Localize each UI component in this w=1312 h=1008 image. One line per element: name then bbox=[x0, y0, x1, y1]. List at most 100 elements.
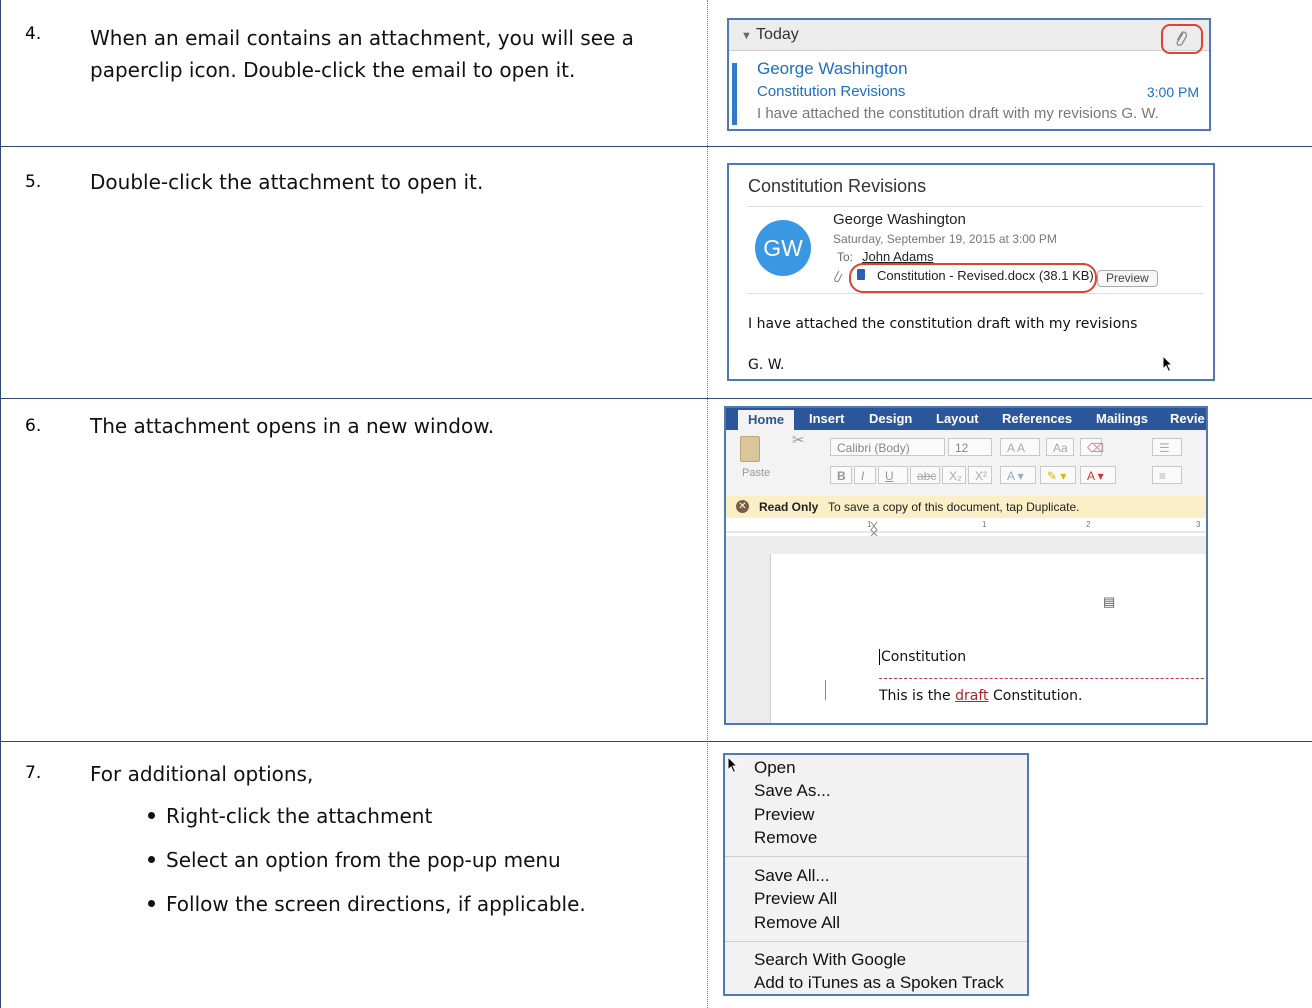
tab-layout[interactable]: Layout bbox=[936, 411, 979, 426]
step-text-line: paperclip icon. Double-click the email t… bbox=[90, 58, 576, 82]
attachment-highlight-circle bbox=[1161, 24, 1203, 54]
word-document-icon bbox=[857, 269, 865, 280]
paperclip-icon bbox=[1176, 31, 1187, 46]
ruler: 1 1 2 3 bbox=[726, 518, 1206, 537]
menu-item-open[interactable]: Open bbox=[754, 758, 796, 778]
bullet-dot bbox=[148, 812, 155, 819]
tab-insert[interactable]: Insert bbox=[809, 411, 844, 426]
row-divider bbox=[0, 146, 1312, 147]
svg-text:1: 1 bbox=[867, 520, 872, 529]
clear-formatting-icon[interactable]: ⌫ bbox=[1080, 438, 1104, 456]
mail-group-header[interactable]: ▼ Today bbox=[729, 20, 1209, 51]
bullets-icon[interactable]: ☰ bbox=[1152, 438, 1182, 456]
italic-button[interactable]: I bbox=[854, 466, 876, 484]
message-subject: Constitution Revisions bbox=[748, 176, 927, 196]
divider bbox=[747, 293, 1203, 294]
document-page[interactable]: ▤ Constitution This is the draft Constit… bbox=[770, 554, 1206, 723]
menu-item-preview-all[interactable]: Preview All bbox=[754, 889, 837, 909]
step-text-line: For additional options, bbox=[90, 762, 314, 786]
strikethrough-button[interactable]: abc bbox=[910, 466, 940, 484]
document-heading: Constitution bbox=[879, 649, 967, 665]
highlight-color-icon[interactable]: ✎ ▾ bbox=[1040, 466, 1076, 484]
bullet-item: Right-click the attachment bbox=[148, 804, 432, 828]
paste-options-icon[interactable]: ▤ bbox=[1103, 594, 1115, 610]
disclosure-triangle-icon: ▼ bbox=[741, 30, 752, 42]
underline-button[interactable]: U bbox=[878, 466, 908, 484]
menu-item-search-with-google[interactable]: Search With Google bbox=[754, 950, 906, 970]
step-number: 4. bbox=[25, 24, 42, 44]
read-only-label: Read Only bbox=[759, 500, 819, 514]
mouse-cursor-icon bbox=[727, 756, 739, 774]
text-effects-button[interactable]: A ▾ bbox=[1000, 466, 1036, 484]
bold-button[interactable]: B bbox=[830, 466, 852, 484]
svg-text:2: 2 bbox=[1086, 520, 1091, 529]
tab-references[interactable]: References bbox=[1002, 411, 1072, 426]
step-text: For additional options, bbox=[90, 758, 313, 790]
message-from: George Washington bbox=[833, 211, 966, 228]
doc-text: This is the bbox=[879, 688, 956, 704]
mail-preview: I have attached the constitution draft w… bbox=[757, 105, 1159, 122]
menu-item-preview[interactable]: Preview bbox=[754, 805, 814, 825]
bullet-text: Follow the screen directions, if applica… bbox=[166, 892, 586, 916]
tab-design[interactable]: Design bbox=[869, 411, 912, 426]
align-left-icon[interactable]: ≡ bbox=[1152, 466, 1182, 484]
change-bar bbox=[825, 680, 826, 700]
paperclip-icon bbox=[834, 270, 843, 283]
message-body: I have attached the constitution draft w… bbox=[748, 316, 1138, 332]
tab-mailings[interactable]: Mailings bbox=[1096, 411, 1148, 426]
menu-item-remove[interactable]: Remove bbox=[754, 828, 817, 848]
paste-icon[interactable] bbox=[740, 436, 760, 462]
subscript-button[interactable]: X₂ bbox=[942, 466, 966, 484]
mail-group-label: Today bbox=[756, 26, 799, 43]
step-text-line: Double-click the attachment to open it. bbox=[90, 170, 484, 194]
menu-separator bbox=[725, 856, 1027, 857]
document-paragraph: This is the draft Constitution. bbox=[879, 688, 1083, 704]
menu-item-save-all[interactable]: Save All... bbox=[754, 866, 830, 886]
bullet-text: Right-click the attachment bbox=[166, 804, 433, 828]
ribbon-toolbar: Paste ✂ Calibri (Body) 12 A A Aa ⌫ ☰ B I… bbox=[726, 430, 1206, 497]
menu-item-add-to-itunes[interactable]: Add to iTunes as a Spoken Track bbox=[754, 973, 1004, 993]
font-grow-shrink-buttons[interactable]: A A bbox=[1000, 438, 1040, 456]
avatar: GW bbox=[755, 220, 811, 276]
bullet-dot bbox=[148, 856, 155, 863]
message-recipient[interactable]: John Adams bbox=[862, 249, 934, 264]
superscript-button[interactable]: X² bbox=[968, 466, 992, 484]
step-text: The attachment opens in a new window. bbox=[90, 410, 494, 442]
bullet-text: Select an option from the pop-up menu bbox=[166, 848, 561, 872]
step-text-line: When an email contains an attachment, yo… bbox=[90, 26, 634, 50]
read-only-message: To save a copy of this document, tap Dup… bbox=[828, 500, 1080, 514]
menu-separator bbox=[725, 941, 1027, 942]
close-icon[interactable]: ✕ bbox=[736, 500, 749, 513]
attachment-file[interactable]: Constitution - Revised.docx (38.1 KB) bbox=[877, 268, 1094, 283]
attachment-context-menu: Open Save As... Preview Remove Save All.… bbox=[723, 753, 1029, 996]
bullet-item: Follow the screen directions, if applica… bbox=[148, 892, 586, 916]
word-window-screenshot: Home Insert Design Layout References Mai… bbox=[724, 406, 1208, 725]
read-only-banner: ✕ Read Only To save a copy of this docum… bbox=[726, 496, 1206, 519]
menu-item-remove-all[interactable]: Remove All bbox=[754, 913, 840, 933]
spelling-flagged-word: draft bbox=[955, 688, 989, 704]
message-date: Saturday, September 19, 2015 at 3:00 PM bbox=[833, 232, 1057, 246]
tab-home[interactable]: Home bbox=[738, 410, 795, 430]
row-divider bbox=[0, 741, 1312, 742]
selection-bar bbox=[732, 63, 737, 125]
mail-list-item[interactable]: George Washington Constitution Revisions… bbox=[729, 51, 1209, 131]
font-name-select[interactable]: Calibri (Body) bbox=[830, 438, 945, 456]
mail-subject: Constitution Revisions bbox=[757, 83, 906, 100]
bullet-item: Select an option from the pop-up menu bbox=[148, 848, 561, 872]
table-left-border bbox=[0, 0, 1, 1008]
font-color-button[interactable]: A ▾ bbox=[1080, 466, 1116, 484]
step-number: 5. bbox=[25, 172, 42, 192]
step-text: Double-click the attachment to open it. bbox=[90, 166, 483, 198]
step-number: 7. bbox=[25, 763, 42, 783]
document-area: ▤ Constitution This is the draft Constit… bbox=[726, 536, 1206, 723]
preview-button[interactable]: Preview bbox=[1097, 270, 1158, 287]
font-size-select[interactable]: 12 bbox=[948, 438, 992, 456]
mail-list-screenshot: ▼ Today George Washington Constitution R… bbox=[727, 18, 1211, 131]
tracked-change-line bbox=[879, 678, 1206, 679]
change-case-button[interactable]: Aa bbox=[1046, 438, 1074, 456]
message-screenshot: Constitution Revisions GW George Washing… bbox=[727, 163, 1215, 381]
menu-item-save-as[interactable]: Save As... bbox=[754, 781, 831, 801]
svg-text:1: 1 bbox=[982, 520, 987, 529]
scissors-icon[interactable]: ✂ bbox=[792, 431, 805, 449]
tab-review[interactable]: Revie bbox=[1170, 411, 1205, 426]
